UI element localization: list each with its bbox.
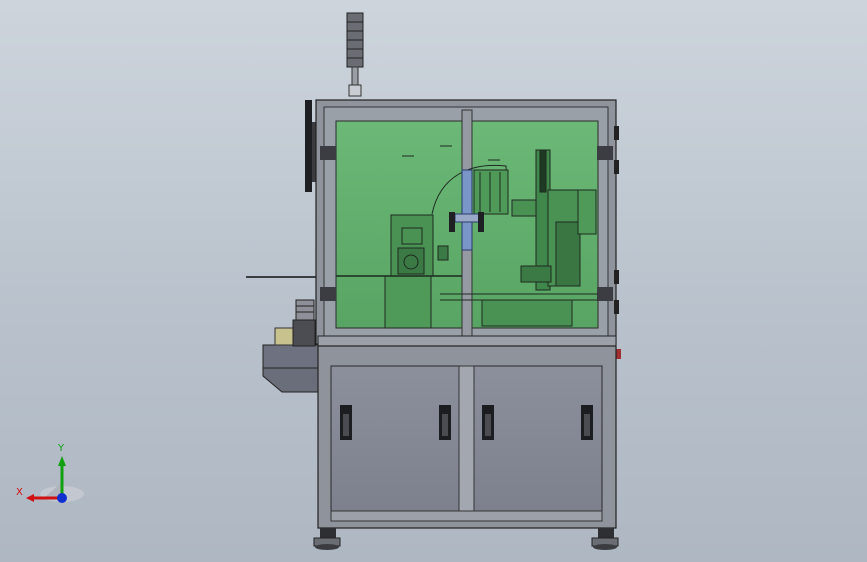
- signal-tower: [346, 12, 364, 97]
- machine-model[interactable]: [0, 0, 867, 562]
- cad-viewport[interactable]: X Y: [0, 0, 867, 562]
- triad-x-label: X: [16, 487, 23, 498]
- lower-cabinet: [317, 345, 617, 529]
- side-handle: [246, 100, 318, 278]
- orientation-triad: [26, 456, 84, 503]
- triad-y-label: Y: [58, 443, 65, 454]
- side-feeder: [262, 299, 320, 393]
- casters: [313, 528, 619, 550]
